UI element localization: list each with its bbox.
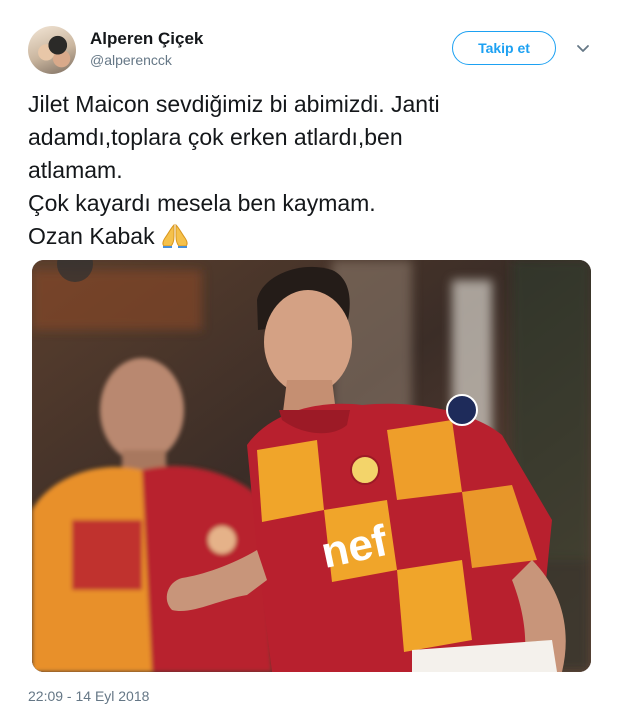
tweet-line: adamdı,toplara çok erken atlardı,ben — [28, 124, 403, 150]
chevron-down-icon[interactable] — [575, 40, 591, 56]
tweet-line: Ozan Kabak — [28, 223, 155, 249]
tweet-line: Jilet Maicon sevdiğimiz bi abimizdi. Jan… — [28, 91, 440, 117]
avatar[interactable] — [28, 26, 76, 74]
tweet-card: Alperen Çiçek @alperencck Takip et Jilet… — [0, 0, 619, 710]
folded-hands-icon — [162, 223, 188, 248]
tweet-photo[interactable]: nef — [32, 260, 591, 672]
tweet-timestamp[interactable]: 22:09 - 14 Eyl 2018 — [28, 688, 149, 704]
author-display-name[interactable]: Alperen Çiçek — [90, 28, 203, 50]
tweet-header: Alperen Çiçek @alperencck Takip et — [28, 26, 595, 78]
tweet-line: atlamam. — [28, 157, 123, 183]
photo-player-image: nef — [32, 260, 591, 672]
tweet-text: Jilet Maicon sevdiğimiz bi abimizdi. Jan… — [28, 88, 588, 253]
follow-button[interactable]: Takip et — [452, 31, 556, 65]
author-handle[interactable]: @alperencck — [90, 50, 203, 70]
tweet-line: Çok kayardı mesela ben kaymam. — [28, 190, 376, 216]
author-names[interactable]: Alperen Çiçek @alperencck — [90, 28, 203, 70]
